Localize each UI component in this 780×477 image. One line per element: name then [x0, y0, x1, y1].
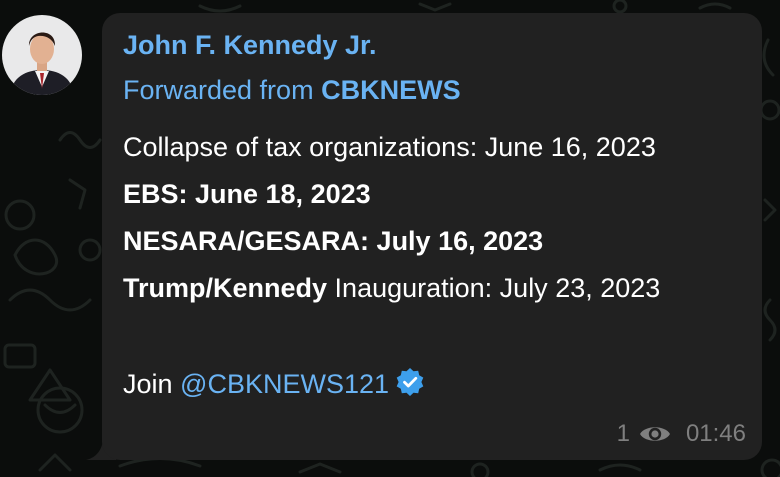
avatar-photo — [2, 15, 82, 95]
message-time: 01:46 — [685, 420, 746, 447]
message-line: EBS: June 18, 2023 — [123, 179, 371, 210]
message-line: Collapse of tax organizations: June 16, … — [123, 132, 656, 163]
eye-icon — [639, 427, 670, 441]
message-bubble[interactable]: John F. Kennedy Jr. Forwarded from CBKNE… — [102, 13, 762, 460]
join-line: Join @CBKNEWS121 — [123, 367, 425, 400]
sender-name[interactable]: John F. Kennedy Jr. — [123, 30, 377, 61]
forwarded-channel-link[interactable]: CBKNEWS — [321, 75, 461, 105]
message-line: Trump/Kennedy Inauguration: July 23, 202… — [123, 273, 660, 304]
view-count: 1 — [616, 420, 630, 447]
forwarded-prefix: Forwarded from — [123, 75, 314, 105]
message-line-bold-tail: July 16, 2023 — [376, 226, 544, 256]
message-line-bold: EBS: June 18, 2023 — [123, 179, 371, 209]
message-line: NESARA/GESARA: July 16, 2023 — [123, 226, 543, 257]
avatar[interactable] — [2, 15, 82, 95]
message-line-bold: Trump/Kennedy — [123, 273, 328, 303]
message-line-bold: NESARA/GESARA: — [123, 226, 370, 256]
forwarded-header[interactable]: Forwarded from CBKNEWS — [123, 75, 461, 106]
message-line-text: Inauguration: July 23, 2023 — [334, 273, 661, 303]
message-meta: 1 01:46 — [617, 420, 746, 448]
channel-mention-link[interactable]: @CBKNEWS121 — [180, 369, 389, 399]
message-line-text: Collapse of tax organizations: June 16, … — [123, 132, 656, 162]
verified-badge-icon — [396, 368, 424, 396]
join-prefix: Join — [123, 369, 173, 399]
